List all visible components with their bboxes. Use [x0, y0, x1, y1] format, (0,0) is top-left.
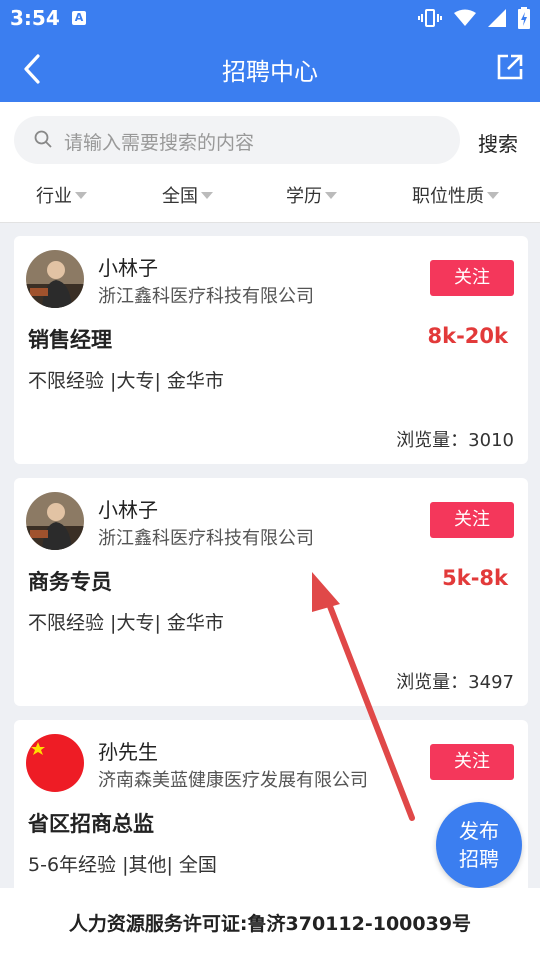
- job-title: 销售经理: [28, 328, 112, 352]
- search-button[interactable]: 搜索: [478, 128, 518, 157]
- company-name: 济南森美蓝健康医疗发展有限公司: [98, 770, 368, 791]
- vibrate-icon: [418, 9, 442, 27]
- follow-button[interactable]: 关注: [430, 744, 514, 780]
- filter-region[interactable]: 全国: [162, 182, 213, 208]
- job-requirements: 不限经验 |大专| 金华市: [28, 612, 224, 634]
- avatar: [26, 734, 84, 792]
- recruiter-name: 小林子: [98, 256, 158, 280]
- filter-label: 全国: [162, 186, 198, 207]
- filter-label: 职位性质: [412, 186, 484, 207]
- status-icons: [418, 6, 530, 30]
- search-icon: [34, 130, 52, 148]
- view-count: 浏览量：3010: [396, 430, 514, 451]
- filter-industry[interactable]: 行业: [36, 182, 87, 208]
- avatar: [26, 492, 84, 550]
- top-bar: 3:54 A 招聘中心: [0, 0, 540, 102]
- notification-icon: A: [72, 11, 86, 25]
- view-count: 浏览量：3497: [396, 672, 514, 693]
- nav-bar: 招聘中心: [0, 36, 540, 102]
- share-icon[interactable]: [496, 53, 524, 81]
- company-name: 浙江鑫科医疗科技有限公司: [98, 528, 314, 549]
- job-card[interactable]: 小林子 浙江鑫科医疗科技有限公司 关注 商务专员 5k-8k 不限经验 |大专|…: [14, 478, 528, 706]
- post-job-button[interactable]: 发布 招聘: [436, 802, 522, 888]
- license-footer: 人力资源服务许可证:鲁济370112-100039号: [0, 888, 540, 960]
- job-requirements: 不限经验 |大专| 金华市: [28, 370, 224, 392]
- page-title: 招聘中心: [222, 58, 318, 86]
- fab-label-line2: 招聘: [459, 847, 499, 871]
- search-section: 请输入需要搜索的内容 搜索 行业 全国 学历 职位性质: [0, 102, 540, 223]
- follow-button[interactable]: 关注: [430, 502, 514, 538]
- status-time: 3:54: [10, 6, 60, 30]
- avatar: [26, 250, 84, 308]
- dropdown-icon: [201, 191, 213, 199]
- status-bar: 3:54 A: [0, 0, 540, 36]
- filter-label: 学历: [286, 186, 322, 207]
- job-title: 省区招商总监: [28, 812, 154, 836]
- search-placeholder: 请输入需要搜索的内容: [64, 132, 255, 154]
- job-requirements: 5-6年经验 |其他| 全国: [28, 854, 217, 876]
- company-name: 浙江鑫科医疗科技有限公司: [98, 286, 314, 307]
- filter-label: 行业: [36, 186, 72, 207]
- salary: 5k-8k: [442, 566, 508, 590]
- dropdown-icon: [325, 191, 337, 199]
- wifi-icon: [454, 9, 476, 26]
- follow-button[interactable]: 关注: [430, 260, 514, 296]
- filter-job-type[interactable]: 职位性质: [412, 182, 499, 208]
- filter-education[interactable]: 学历: [286, 182, 337, 208]
- recruiter-name: 小林子: [98, 498, 158, 522]
- job-card[interactable]: 小林子 浙江鑫科医疗科技有限公司 关注 销售经理 8k-20k 不限经验 |大专…: [14, 236, 528, 464]
- filter-bar: 行业 全国 学历 职位性质: [0, 178, 540, 212]
- salary: 8k-20k: [427, 324, 508, 348]
- signal-icon: [488, 9, 506, 27]
- search-input[interactable]: 请输入需要搜索的内容: [14, 116, 460, 164]
- fab-label-line1: 发布: [459, 819, 499, 843]
- dropdown-icon: [487, 191, 499, 199]
- job-title: 商务专员: [28, 570, 112, 594]
- recruiter-name: 孙先生: [98, 740, 158, 764]
- dropdown-icon: [75, 191, 87, 199]
- battery-icon: [518, 7, 530, 29]
